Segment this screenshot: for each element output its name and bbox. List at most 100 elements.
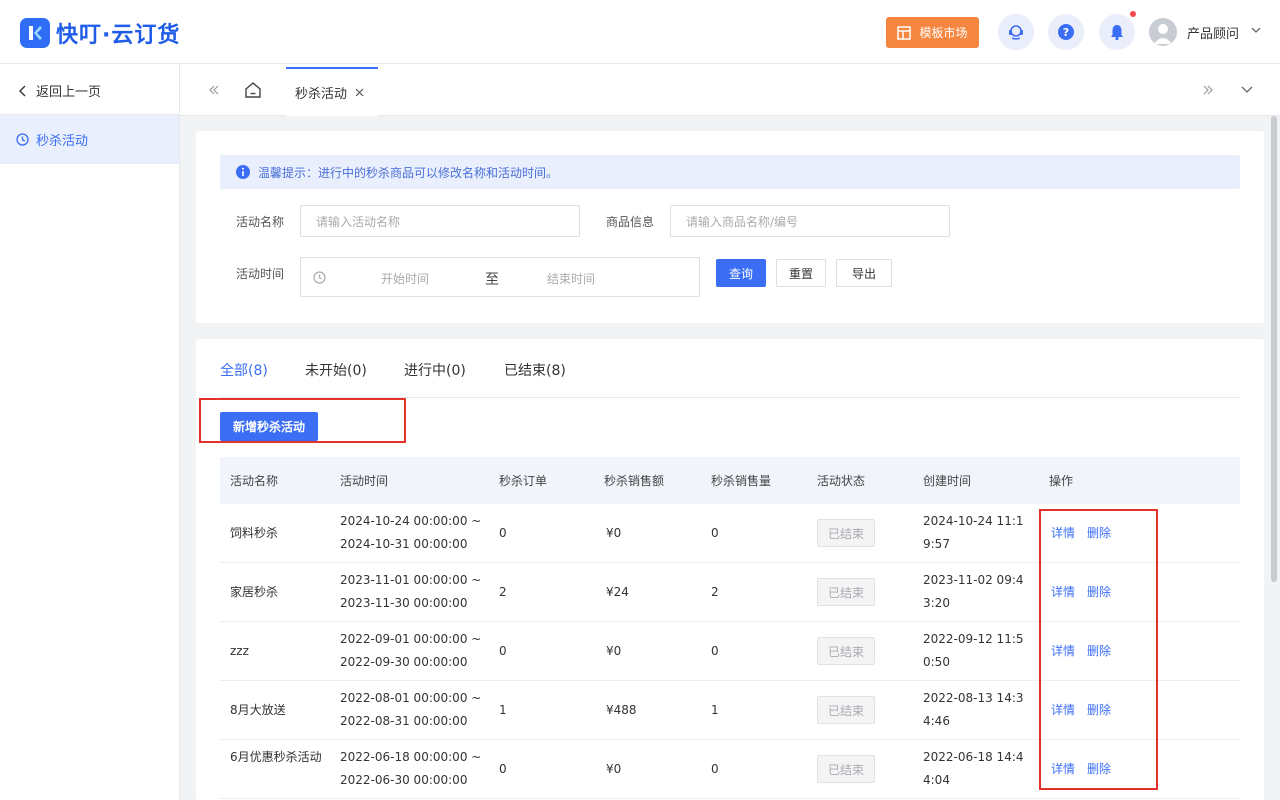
customer-service-button[interactable] (998, 14, 1034, 50)
cell-orders: 2 (499, 585, 507, 599)
table-header: 活动名称 活动时间 秒杀订单 秒杀销售额 秒杀销售量 活动状态 创建时间 操作 (220, 457, 1240, 504)
tab-in-progress[interactable]: 进行中(0) (404, 360, 466, 380)
cell-orders: 1 (499, 703, 507, 717)
cell-name: 6月优惠秒杀活动 (230, 750, 322, 764)
sidebar-item-flash-sale[interactable]: 秒杀活动 (0, 115, 179, 164)
close-icon[interactable] (355, 88, 364, 97)
cell-name: 饲料秒杀 (230, 526, 279, 540)
status-badge: 已结束 (817, 519, 875, 547)
cell-time: 2024-10-24 00:00:00 ~ 2024-10-31 00:00:0… (340, 514, 482, 551)
tab-label: 秒杀活动 (295, 87, 348, 102)
cell-orders: 0 (499, 526, 507, 540)
goods-info-input[interactable]: 请输入商品名称/编号 (670, 205, 950, 237)
range-separator: 至 (485, 272, 499, 288)
cell-sales: ¥488 (606, 703, 637, 717)
cell-time: 2022-09-01 00:00:00 ~ 2022-09-30 00:00:0… (340, 632, 482, 669)
activity-name-label: 活动名称 (236, 215, 285, 229)
cell-qty: 0 (711, 526, 719, 540)
double-chevron-left-icon[interactable] (208, 84, 220, 96)
cell-qty: 1 (711, 703, 719, 717)
col-name: 活动名称 (230, 474, 279, 488)
cell-time: 2022-06-18 00:00:00 ~ 2022-06-30 00:00:0… (340, 750, 482, 787)
tab-bar: 秒杀活动 (180, 64, 1280, 116)
bell-icon (1111, 25, 1123, 41)
tab-all[interactable]: 全部(8) (220, 360, 268, 380)
sidebar-item-label: 秒杀活动 (36, 134, 89, 149)
cell-sales: ¥0 (606, 526, 622, 540)
info-icon (236, 165, 250, 179)
template-market-button[interactable]: 模板市场 (886, 17, 979, 48)
chevron-down-icon[interactable] (1241, 85, 1253, 95)
col-orders: 秒杀订单 (499, 474, 548, 488)
cell-name: 家居秒杀 (230, 585, 279, 599)
cell-created: 2022-08-13 14:34:46 (923, 691, 1024, 728)
tab-ended[interactable]: 已结束(8) (504, 360, 566, 380)
filter-card: 温馨提示：进行中的秒杀商品可以修改名称和活动时间。 活动名称 请输入活动名称 商… (196, 131, 1264, 323)
avatar-icon (1154, 24, 1172, 44)
status-badge: 已结束 (817, 578, 875, 606)
cell-sales: ¥24 (606, 585, 629, 599)
tab-flash-sale[interactable]: 秒杀活动 (286, 67, 378, 116)
top-header: 快叮·云订货 模板市场 ? 产品顾问 (0, 0, 1280, 64)
home-icon[interactable] (244, 81, 262, 99)
export-button[interactable]: 导出 (836, 259, 892, 287)
reset-button[interactable]: 重置 (776, 259, 826, 287)
cell-sales: ¥0 (606, 762, 622, 776)
app-logo[interactable]: 快叮·云订货 (20, 17, 180, 49)
highlight-box-actions (1039, 509, 1158, 790)
back-label: 返回上一页 (36, 85, 102, 100)
status-badge: 已结束 (817, 637, 875, 665)
cell-orders: 0 (499, 644, 507, 658)
notice-banner: 温馨提示：进行中的秒杀商品可以修改名称和活动时间。 (220, 155, 1240, 189)
chevron-down-icon[interactable] (1251, 25, 1261, 35)
notice-text: 温馨提示：进行中的秒杀商品可以修改名称和活动时间。 (258, 165, 559, 180)
page-scrollbar[interactable] (1271, 116, 1277, 582)
svg-text:?: ? (1063, 26, 1069, 39)
col-time: 活动时间 (340, 474, 389, 488)
cell-time: 2022-08-01 00:00:00 ~ 2022-08-31 00:00:0… (340, 691, 482, 728)
cell-orders: 0 (499, 762, 507, 776)
date-range-picker[interactable]: 开始时间 至 结束时间 (300, 257, 700, 297)
col-qty: 秒杀销售量 (711, 474, 772, 488)
query-button[interactable]: 查询 (716, 259, 766, 287)
cell-created: 2024-10-24 11:19:57 (923, 514, 1024, 551)
goods-info-placeholder: 请输入商品名称/编号 (686, 214, 799, 229)
start-time-placeholder[interactable]: 开始时间 (381, 270, 429, 287)
double-chevron-right-icon[interactable] (1202, 84, 1214, 96)
notification-dot (1130, 11, 1136, 17)
activity-time-label: 活动时间 (236, 267, 285, 281)
back-link[interactable]: 返回上一页 (18, 81, 101, 100)
cell-qty: 0 (711, 644, 719, 658)
sidebar: 返回上一页 秒杀活动 (0, 64, 180, 800)
highlight-box-add (199, 398, 406, 443)
help-icon: ? (1058, 24, 1074, 40)
clock-icon (16, 133, 29, 146)
cell-created: 2023-11-02 09:43:20 (923, 573, 1024, 610)
help-button[interactable]: ? (1048, 14, 1084, 50)
user-name[interactable]: 产品顾问 (1187, 23, 1239, 42)
col-status: 活动状态 (817, 474, 866, 488)
cell-created: 2022-09-12 11:50:50 (923, 632, 1024, 669)
cell-qty: 2 (711, 585, 719, 599)
app-name: 快叮·云订货 (56, 23, 181, 48)
end-time-placeholder[interactable]: 结束时间 (547, 270, 595, 287)
template-market-label: 模板市场 (919, 26, 968, 40)
template-icon (897, 25, 912, 40)
avatar[interactable] (1149, 18, 1177, 46)
service-icon (1009, 25, 1023, 40)
cell-name: zzz (230, 644, 249, 658)
notification-button[interactable] (1099, 14, 1135, 50)
cell-qty: 0 (711, 762, 719, 776)
col-actions: 操作 (1049, 474, 1074, 488)
col-created: 创建时间 (923, 474, 972, 488)
clock-icon (313, 271, 326, 284)
cell-time: 2023-11-01 00:00:00 ~ 2023-11-30 00:00:0… (340, 573, 482, 610)
logo-icon (20, 18, 50, 48)
status-badge: 已结束 (817, 696, 875, 724)
status-badge: 已结束 (817, 755, 875, 783)
tab-not-started[interactable]: 未开始(0) (305, 360, 367, 380)
activity-name-input[interactable]: 请输入活动名称 (300, 205, 580, 237)
cell-sales: ¥0 (606, 644, 622, 658)
chevron-left-icon (19, 85, 26, 96)
cell-created: 2022-06-18 14:44:04 (923, 750, 1024, 787)
